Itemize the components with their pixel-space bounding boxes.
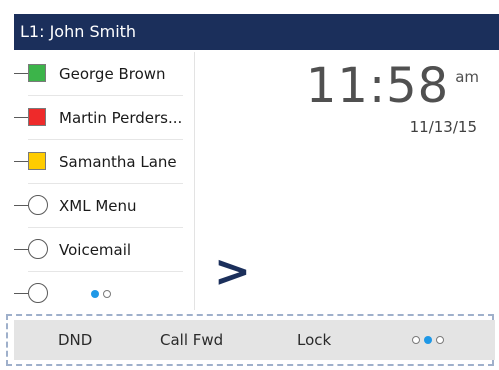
empty-circle-icon (28, 195, 48, 215)
clock-ampm: am (455, 68, 479, 86)
clock: 11:58 am (306, 58, 479, 114)
line-stub (14, 161, 28, 162)
line-key-label: Voicemail (59, 241, 132, 259)
page-dot (103, 290, 111, 298)
page-dot (436, 336, 444, 344)
line-key-voicemail[interactable]: Voicemail (14, 228, 183, 272)
line-key-george-brown[interactable]: George Brown (14, 52, 183, 96)
page-dot (412, 336, 420, 344)
lock-softkey[interactable]: Lock (297, 320, 331, 360)
line-key-xml-menu[interactable]: XML Menu (14, 184, 183, 228)
line-stub (14, 249, 28, 250)
line-stub (14, 293, 28, 294)
clock-time: 11:58 (305, 58, 450, 114)
line-key-label: Samantha Lane (59, 153, 177, 171)
softkey-pagination[interactable] (412, 336, 448, 355)
empty-circle-icon (28, 239, 48, 259)
page-dot-active (91, 290, 99, 298)
line-key-empty[interactable] (14, 272, 183, 316)
empty-circle-icon (28, 283, 48, 303)
sidebar-pagination[interactable] (91, 290, 115, 309)
line-key-label: Martin Perders... (59, 109, 183, 127)
busy-lamp-green-icon (28, 64, 46, 82)
line-header: L1: John Smith (14, 14, 499, 50)
chevron-right-icon[interactable]: > (214, 246, 251, 297)
line-stub (14, 73, 28, 74)
line-key-label: George Brown (59, 65, 166, 83)
clock-date: 11/13/15 (409, 118, 477, 136)
line-keys-panel: George Brown Martin Perders... Samantha … (14, 52, 195, 310)
busy-lamp-red-icon (28, 108, 46, 126)
busy-lamp-yellow-icon (28, 152, 46, 170)
line-key-samantha-lane[interactable]: Samantha Lane (14, 140, 183, 184)
softkey-bar: DND Call Fwd Lock (14, 320, 495, 360)
line-stub (14, 205, 28, 206)
dnd-softkey[interactable]: DND (58, 320, 92, 360)
line-key-label: XML Menu (59, 197, 137, 215)
line-key-martin-perders[interactable]: Martin Perders... (14, 96, 183, 140)
header-title: L1: John Smith (20, 22, 137, 41)
page-dot-active (424, 336, 432, 344)
call-fwd-softkey[interactable]: Call Fwd (160, 320, 223, 360)
line-stub (14, 117, 28, 118)
